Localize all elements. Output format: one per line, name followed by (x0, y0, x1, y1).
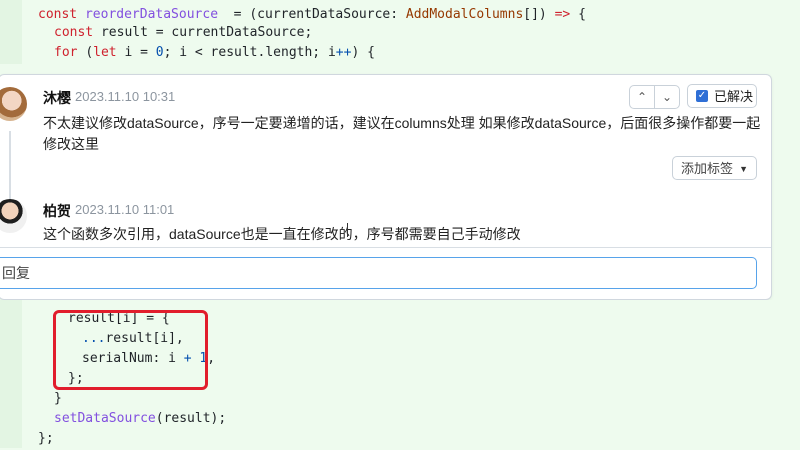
code-line: setDataSource(result); (54, 408, 226, 430)
resolve-label: 已解决 (714, 89, 754, 104)
text-cursor (347, 223, 348, 237)
code-token: { (570, 7, 586, 22)
code-token: ) { (351, 45, 375, 60)
comment-author[interactable]: 柏贺 (43, 201, 71, 221)
diff-gutter (0, 0, 22, 64)
code-token: reorderDataSource (84, 7, 219, 22)
comment-author[interactable]: 沐樱 (43, 88, 71, 108)
code-token: const (54, 25, 101, 40)
comment-body: 不太建议修改dataSource，序号一定要递增的话，建议在columns处理 … (43, 115, 761, 152)
code-line: }; (38, 428, 54, 450)
code-token: const (38, 7, 85, 22)
code-token: []) (523, 7, 555, 22)
divider (0, 247, 771, 248)
code-token: setDataSource (54, 411, 156, 426)
caret-down-icon: ▼ (739, 164, 748, 174)
code-token: => (554, 7, 571, 22)
prev-comment-button[interactable]: ⌃ (629, 85, 655, 109)
code-token: , (207, 351, 216, 366)
code-token: = (currentDataSource: (218, 7, 406, 22)
code-token: ; i < result.length; i (163, 45, 336, 60)
code-token: for (54, 45, 86, 60)
code-line: } (54, 388, 62, 410)
annotation-highlight-box (53, 310, 208, 390)
code-token: i = (124, 45, 156, 60)
code-token: } (54, 391, 62, 406)
add-tag-label: 添加标签 (681, 161, 734, 176)
chevron-down-icon: ⌄ (661, 90, 673, 104)
comment-time: 2023.11.10 10:31 (75, 89, 176, 104)
resolve-toggle-button[interactable]: ✓ 已解决 (687, 84, 757, 108)
add-tag-dropdown[interactable]: 添加标签 ▼ (672, 156, 757, 180)
next-comment-button[interactable]: ⌄ (654, 85, 680, 109)
reply-input[interactable]: 回复 (0, 257, 757, 289)
code-token: ++ (335, 45, 352, 60)
code-token: }; (38, 431, 54, 446)
comment-thread-panel: 沐樱 2023.11.10 10:31 不太建议修改dataSource，序号一… (0, 74, 772, 300)
code-token: let (93, 45, 125, 60)
code-line: for (let i = 0; i < result.length; i++) … (54, 42, 375, 64)
code-token: 0 (155, 45, 164, 60)
code-token: AddModalColumns (405, 7, 524, 22)
code-token: ( (85, 45, 94, 60)
diff-gutter (0, 300, 22, 448)
chevron-up-icon: ⌃ (636, 90, 648, 104)
avatar[interactable] (0, 199, 27, 233)
code-block-top: const reorderDataSource = (currentDataSo… (0, 0, 800, 64)
code-token: result = currentDataSource; (100, 25, 313, 40)
checkbox-checked-icon[interactable]: ✓ (696, 90, 708, 102)
code-token: (result); (155, 411, 227, 426)
comment-time: 2023.11.10 11:01 (75, 202, 175, 217)
code-line: const result = currentDataSource; (54, 22, 312, 44)
avatar[interactable] (0, 87, 27, 121)
comment-body: 这个函数多次引用，dataSource也是一直在修改的，序号都需要自己手动修改 (43, 226, 521, 242)
